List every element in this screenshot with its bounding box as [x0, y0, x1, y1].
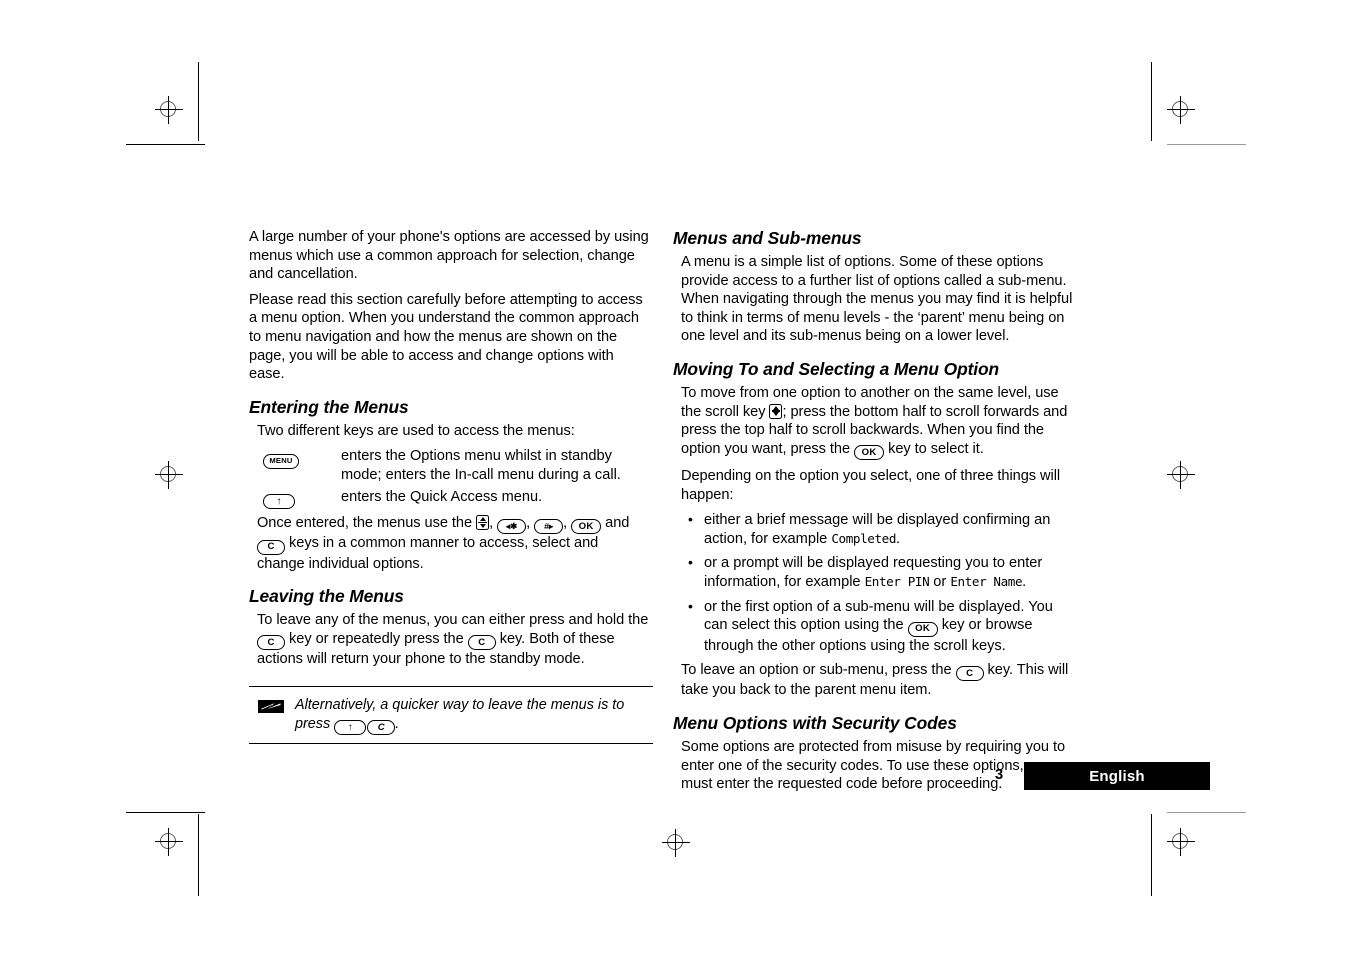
clear-key-icon[interactable]: C: [367, 720, 396, 735]
outcomes-bullet-list: either a brief message will be displayed…: [681, 510, 1073, 655]
bullet1-part2: .: [896, 530, 901, 547]
page-footer: 3 English: [985, 762, 1210, 790]
menus-paragraph: A menu is a simple list of options. Some…: [681, 254, 1073, 345]
key-definition-row: MENU enters the Options menu whilst in s…: [257, 447, 649, 484]
heading-leaving-the-menus: Leaving the Menus: [249, 586, 404, 607]
once-entered-part1: Once entered, the menus use the: [257, 515, 477, 532]
moving-part3: key to select it.: [884, 440, 984, 457]
list-item: or the first option of a sub-menu will b…: [681, 597, 1073, 655]
hash-key-icon[interactable]: #▸: [534, 518, 564, 534]
depending-paragraph: Depending on the option you select, one …: [681, 468, 1061, 503]
leaving-part2: key or repeatedly press the: [285, 630, 468, 647]
leaving-part1: To leave any of the menus, you can eithe…: [257, 612, 649, 629]
note-text: Alternatively, a quicker way to leave th…: [295, 696, 653, 736]
leave-option-part1: To leave an option or sub-menu, press th…: [681, 662, 956, 679]
clear-key-icon[interactable]: C: [257, 635, 285, 651]
heading-entering-the-menus: Entering the Menus: [249, 396, 409, 417]
menu-key-cell: MENU: [257, 447, 341, 469]
once-entered-sep-2: ,: [526, 515, 535, 532]
moving-to-and-selecting-body: To move from one option to another on th…: [673, 384, 1073, 700]
heading-menus-and-sub-menus: Menus and Sub-menus: [673, 228, 862, 248]
clear-key-icon[interactable]: C: [257, 539, 285, 555]
bullet2-mono-enter-name: Enter Name: [950, 574, 1023, 590]
language-badge: English: [1024, 762, 1210, 790]
bullet1-mono-completed: Completed: [831, 530, 896, 546]
heading-menu-options-with-security-codes: Menu Options with Security Codes: [673, 712, 957, 733]
bullet2-part2: or: [929, 574, 951, 591]
clear-key-icon[interactable]: C: [955, 666, 984, 682]
note-part2: .: [395, 715, 400, 732]
page-number: 3: [994, 766, 1004, 783]
leaving-paragraph: To leave any of the menus, you can eithe…: [257, 611, 649, 668]
scroll-key-icon[interactable]: [769, 403, 783, 419]
up-arrow-key-icon[interactable]: ↑: [263, 494, 295, 510]
leave-option-paragraph: To leave an option or sub-menu, press th…: [681, 661, 1073, 700]
entering-the-menus-body: Two different keys are used to access th…: [249, 422, 649, 573]
once-entered-and: and: [601, 515, 630, 532]
star-key-icon[interactable]: ◂✱: [497, 518, 527, 534]
intro-paragraph-2: Please read this section carefully befor…: [249, 291, 643, 383]
up-arrow-key-icon[interactable]: ↑: [334, 720, 367, 736]
left-column: A large number of your phone's options a…: [249, 228, 653, 745]
list-item: or a prompt will be displayed requesting…: [681, 553, 1073, 591]
leaving-the-menus-body: To leave any of the menus, you can eithe…: [249, 611, 649, 668]
ok-key-icon[interactable]: OK: [907, 621, 938, 637]
manual-page: A large number of your phone's options a…: [0, 0, 1351, 954]
moving-paragraph: To move from one option to another on th…: [681, 384, 1073, 461]
list-item: either a brief message will be displayed…: [681, 510, 1073, 548]
scroll-key-icon[interactable]: [476, 515, 490, 531]
key-definitions-table: MENU enters the Options menu whilst in s…: [257, 447, 649, 510]
once-entered-paragraph: Once entered, the menus use the , ◂✱, #▸…: [257, 514, 649, 573]
heading-moving-to-and-selecting: Moving To and Selecting a Menu Option: [673, 358, 1000, 379]
once-entered-sep-3: ,: [563, 515, 572, 532]
once-entered-sep-1: ,: [489, 515, 498, 532]
clear-key-icon[interactable]: C: [467, 635, 496, 651]
note-box-inner: Alternatively, a quicker way to leave th…: [249, 696, 653, 736]
menu-key-icon[interactable]: MENU: [263, 453, 299, 469]
note-box: Alternatively, a quicker way to leave th…: [249, 685, 653, 745]
up-arrow-key-description: enters the Quick Access menu.: [341, 488, 543, 505]
bullet2-part3: .: [1022, 574, 1027, 591]
key-definition-row: ↑ enters the Quick Access menu.: [257, 488, 649, 510]
menus-and-sub-menus-body: A menu is a simple list of options. Some…: [673, 253, 1073, 346]
bullet2-mono-enter-pin: Enter PIN: [864, 574, 930, 590]
up-arrow-key-cell: ↑: [257, 488, 341, 510]
entering-intro-text: Two different keys are used to access th…: [257, 422, 575, 439]
ok-key-icon[interactable]: OK: [854, 445, 885, 461]
motorola-bolt-icon: [258, 699, 284, 713]
once-entered-part2: keys in a common manner to access, selec…: [257, 535, 599, 572]
ok-key-icon[interactable]: OK: [571, 519, 602, 535]
right-column: Menus and Sub-menus A menu is a simple l…: [673, 228, 1073, 801]
intro-paragraph-1: A large number of your phone's options a…: [249, 229, 649, 283]
menu-key-description: enters the Options menu whilst in standb…: [341, 448, 621, 483]
